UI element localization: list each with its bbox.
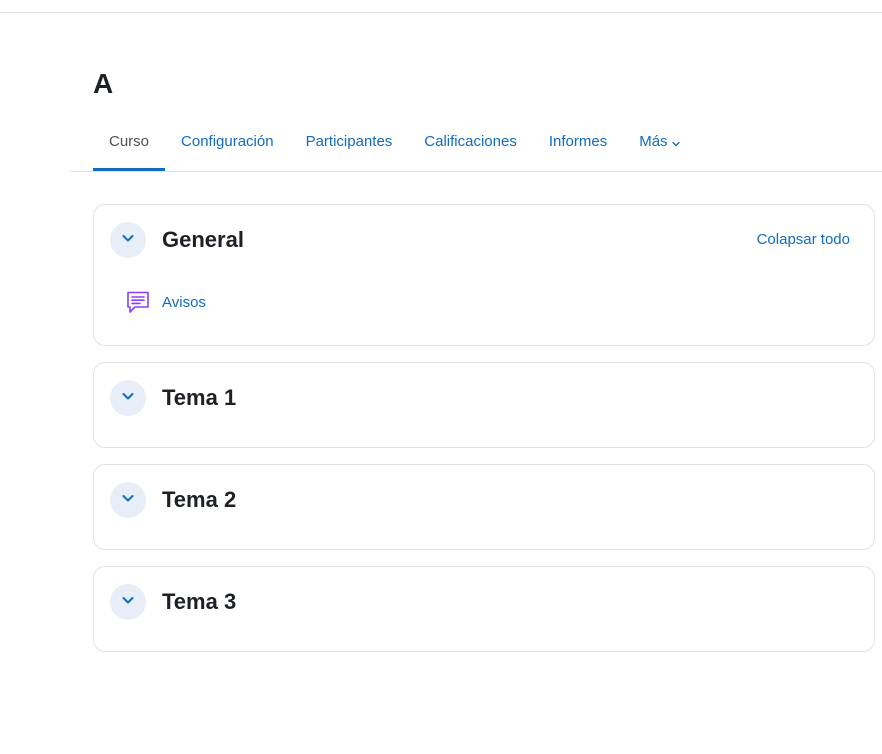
tab-curso[interactable]: Curso — [93, 117, 166, 171]
collapse-all-link[interactable]: Colapsar todo — [757, 231, 850, 248]
activity-avisos[interactable]: Avisos — [124, 288, 206, 316]
section-title: Tema 2 — [162, 487, 237, 512]
section-collapse-toggle[interactable] — [110, 584, 146, 620]
header-divider — [0, 12, 882, 13]
course-tabs: Curso Configuración Participantes Califi… — [70, 117, 882, 172]
chevron-down-icon — [671, 136, 681, 147]
tab-label: Configuración — [181, 132, 274, 150]
page-title: A — [93, 68, 114, 99]
forum-icon — [124, 288, 152, 316]
section-title: Tema 1 — [162, 385, 237, 410]
tab-label: Informes — [548, 132, 608, 150]
tab-mas[interactable]: Más — [623, 117, 696, 165]
tab-label: Participantes — [305, 132, 393, 150]
section-collapse-toggle[interactable] — [110, 222, 146, 258]
tab-label: Calificaciones — [424, 132, 517, 150]
chevron-down-icon — [120, 592, 136, 613]
section-collapse-toggle[interactable] — [110, 380, 146, 416]
section-tema-1: Tema 1 — [93, 362, 875, 448]
tab-calificaciones[interactable]: Calificaciones — [408, 117, 533, 165]
tab-configuracion[interactable]: Configuración — [165, 117, 290, 165]
tab-label: Más — [639, 132, 668, 150]
section-tema-2: Tema 2 — [93, 464, 875, 550]
chevron-down-icon — [120, 490, 136, 511]
section-title: Tema 3 — [162, 589, 237, 614]
section-collapse-toggle[interactable] — [110, 482, 146, 518]
section-title: General — [162, 227, 244, 252]
section-tema-3: Tema 3 — [93, 566, 875, 652]
tab-participantes[interactable]: Participantes — [290, 117, 409, 165]
tab-label: Curso — [109, 132, 150, 150]
section-general: General Colapsar todo Avisos — [93, 204, 875, 346]
activity-label: Avisos — [162, 293, 206, 311]
chevron-down-icon — [120, 388, 136, 409]
chevron-down-icon — [120, 230, 136, 251]
tab-informes[interactable]: Informes — [533, 117, 623, 165]
